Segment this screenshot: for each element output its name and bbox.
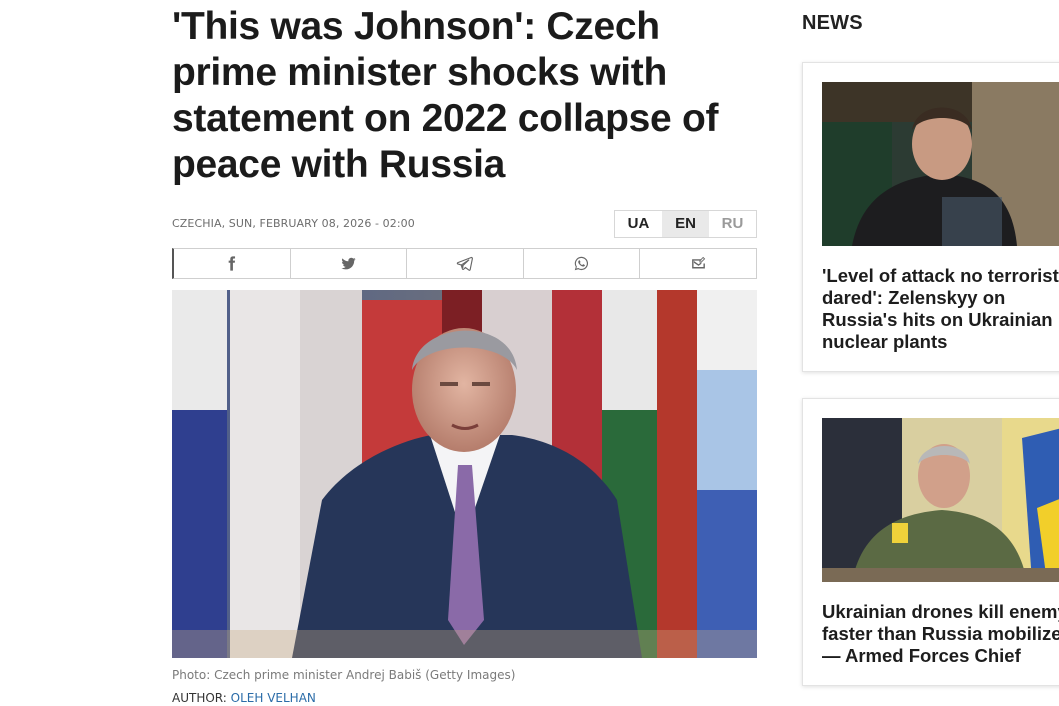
share-bar: [172, 248, 757, 279]
share-email-button[interactable]: [640, 249, 756, 278]
author-link[interactable]: OLEH VELHAN: [231, 691, 316, 705]
share-whatsapp-button[interactable]: [524, 249, 641, 278]
email-icon: [691, 256, 705, 269]
whatsapp-icon: [574, 256, 589, 271]
lang-ru-button[interactable]: RU: [709, 211, 756, 237]
article: 'This was Johnson': Czech prime minister…: [172, 0, 757, 705]
language-switcher: UA EN RU: [614, 210, 757, 238]
news-card[interactable]: Ukrainian drones kill enemy faster than …: [802, 398, 1059, 686]
twitter-icon: [341, 257, 356, 270]
syrskyi-photo-image: [822, 418, 1059, 582]
author-label: AUTHOR:: [172, 691, 227, 705]
news-section-title: NEWS: [802, 12, 863, 34]
share-telegram-button[interactable]: [407, 249, 524, 278]
author-line: AUTHOR: OLEH VELHAN: [172, 691, 316, 705]
news-headline[interactable]: 'Level of attack no terrorist dared': Ze…: [822, 265, 1059, 353]
lang-ua-button[interactable]: UA: [615, 211, 662, 237]
news-thumbnail[interactable]: [822, 82, 1059, 246]
babis-portrait-image: [172, 290, 757, 658]
share-facebook-button[interactable]: [174, 249, 291, 278]
news-headline[interactable]: Ukrainian drones kill enemy faster than …: [822, 601, 1059, 667]
share-twitter-button[interactable]: [291, 249, 408, 278]
news-thumbnail[interactable]: [822, 418, 1059, 582]
facebook-icon: [228, 256, 236, 271]
lang-en-button[interactable]: EN: [662, 211, 709, 237]
article-photo: [172, 290, 757, 658]
news-card[interactable]: 'Level of attack no terrorist dared': Ze…: [802, 62, 1059, 372]
telegram-icon: [457, 256, 474, 271]
article-headline: 'This was Johnson': Czech prime minister…: [172, 5, 719, 186]
article-dateline: CZECHIA, SUN, FEBRUARY 08, 2026 - 02:00: [172, 217, 415, 230]
meta-row: CZECHIA, SUN, FEBRUARY 08, 2026 - 02:00 …: [172, 210, 757, 238]
photo-caption: Photo: Czech prime minister Andrej Babiš…: [172, 668, 516, 682]
zelenskyy-photo-image: [822, 82, 1059, 246]
